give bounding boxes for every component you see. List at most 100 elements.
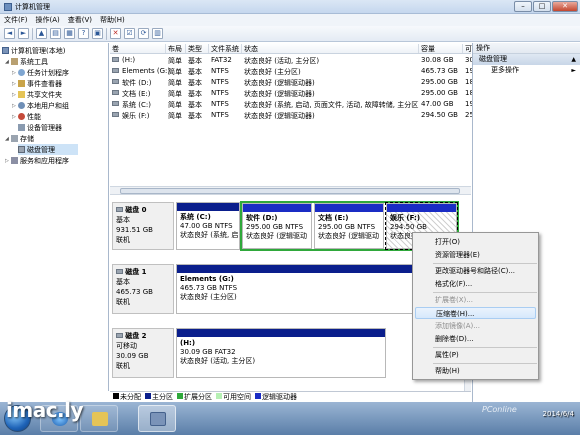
tree-item-task-scheduler[interactable]: ▷ 任务计划程序 xyxy=(12,67,69,78)
partition-size: 295.00 GB NTFS xyxy=(246,223,304,231)
minimize-button[interactable]: – xyxy=(514,1,532,12)
menu-item-shrink-volume[interactable]: 压缩卷(H)... xyxy=(415,307,536,319)
partition-h[interactable]: (H:) 30.09 GB FAT32 状态良好 (活动, 主分区) xyxy=(176,328,386,378)
disk-icon xyxy=(116,207,123,212)
refresh-icon[interactable]: ⟳ xyxy=(138,28,149,39)
maximize-button[interactable]: □ xyxy=(533,1,551,12)
volume-row[interactable]: 娱乐 (F:) 简单 基本 NTFS 状态良好 (逻辑驱动器) 294.50 GB 25 xyxy=(110,110,474,120)
menu-item-add-mirror: 添加镜像(A)... xyxy=(435,322,480,330)
volume-name: (H:) xyxy=(122,56,136,64)
connect-icon[interactable]: ▣ xyxy=(92,28,103,39)
drive-icon xyxy=(112,90,119,95)
users-icon xyxy=(18,102,25,109)
tree-item-services[interactable]: ▷ 服务和应用程序 xyxy=(5,155,69,166)
volume-layout: 简单 xyxy=(168,68,182,76)
back-icon[interactable]: ◄ xyxy=(4,28,15,39)
volume-filesystem: NTFS xyxy=(211,67,229,75)
volume-row[interactable]: Elements (G:) 简单 基本 NTFS 状态良好 (主分区) 465.73 GB… xyxy=(110,66,474,76)
column-layout[interactable]: 布局 xyxy=(166,44,186,53)
scrollbar-thumb[interactable] xyxy=(120,188,460,194)
delete-icon[interactable]: ✕ xyxy=(110,28,121,39)
partition-e[interactable]: 文档 (E:) 295.00 GB NTFS 状态良好 (逻辑驱动 xyxy=(314,203,384,249)
more-actions-label: 更多操作 xyxy=(491,66,519,74)
volume-status: 状态良好 (系统, 启动, 页面文件, 活动, 故障转储, 主分区) xyxy=(244,101,419,109)
drive-icon xyxy=(112,57,119,62)
menu-item-help[interactable]: 帮助(H) xyxy=(415,365,536,377)
partition-status: 状态良好 (系统, 启 xyxy=(180,231,239,239)
menu-item-explore[interactable]: 资源管理器(E) xyxy=(415,249,536,261)
menu-file[interactable]: 文件(F) xyxy=(4,15,28,25)
partition-info: 文档 (E:) 295.00 GB NTFS 状态良好 (逻辑驱动 xyxy=(315,212,383,243)
column-status[interactable]: 状态 xyxy=(242,44,419,53)
partition-size: 47.00 GB NTFS xyxy=(180,222,233,230)
volume-filesystem: NTFS xyxy=(211,89,229,97)
tree-item-root[interactable]: 计算机管理(本地) xyxy=(2,45,65,56)
column-type[interactable]: 类型 xyxy=(186,44,209,53)
column-capacity[interactable]: 容量 xyxy=(419,44,463,53)
menu-separator xyxy=(433,363,537,364)
partition-c[interactable]: 系统 (C:) 47.00 GB NTFS 状态良好 (系统, 启 xyxy=(176,202,240,250)
legend-label: 未分配 xyxy=(120,393,141,401)
properties-icon[interactable]: ▦ xyxy=(64,28,75,39)
clock-date[interactable]: 2014/6/4 xyxy=(543,410,574,418)
volume-status: 状态良好 (逻辑驱动器) xyxy=(244,90,315,98)
volume-row[interactable]: (H:) 简单 基本 FAT32 状态良好 (活动, 主分区) 30.08 GB 30 xyxy=(110,55,474,65)
volume-filesystem: FAT32 xyxy=(211,56,232,64)
help-icon[interactable]: ? xyxy=(78,28,89,39)
partition-d[interactable]: 软件 (D:) 295.00 GB NTFS 状态良好 (逻辑驱动 xyxy=(242,203,312,249)
volume-row[interactable]: 系统 (C:) 简单 基本 NTFS 状态良好 (系统, 启动, 页面文件, 活动, 故… xyxy=(110,99,474,109)
export-icon[interactable]: ▥ xyxy=(152,28,163,39)
tree-item-storage[interactable]: ◢ 存储 xyxy=(5,133,34,144)
forward-icon[interactable]: ► xyxy=(18,28,29,39)
actions-section-disk-management[interactable]: 磁盘管理 ▲ xyxy=(473,54,580,65)
partition-status: 状态良好 (逻辑驱动 xyxy=(246,232,307,240)
column-free[interactable]: 可 xyxy=(463,44,472,53)
tree-item-shared-folders[interactable]: ▷ 共享文件夹 xyxy=(12,89,62,100)
menu-separator xyxy=(433,263,537,264)
volume-name: Elements (G:) xyxy=(122,67,171,75)
menu-item-format[interactable]: 格式化(F)... xyxy=(415,278,536,290)
disk-state: 联机 xyxy=(116,298,130,306)
taskbar-app-computer-management[interactable] xyxy=(138,405,176,432)
close-button[interactable]: ✕ xyxy=(552,1,578,12)
up-icon[interactable]: ▲ xyxy=(36,28,47,39)
disk-2-label[interactable]: 磁盘 2 可移动 30.09 GB 联机 xyxy=(112,328,174,378)
column-filesystem[interactable]: 文件系统 xyxy=(209,44,242,53)
volume-row[interactable]: 软件 (D:) 简单 基本 NTFS 状态良好 (逻辑驱动器) 295.00 GB 18 xyxy=(110,77,474,87)
tree-item-event-viewer[interactable]: ▷ 事件查看器 xyxy=(12,78,62,89)
menu-item-extend-volume: 扩展卷(X)... xyxy=(435,296,473,304)
volume-name: 系统 (C:) xyxy=(122,101,151,109)
tree-item-disk-management[interactable]: 磁盘管理 xyxy=(18,144,78,155)
taskbar-app-explorer[interactable] xyxy=(80,405,118,432)
menu-item-delete-volume[interactable]: 删除卷(D)... xyxy=(415,333,536,345)
tree-label: 任务计划程序 xyxy=(27,68,69,77)
volume-type: 基本 xyxy=(188,68,202,76)
menu-separator xyxy=(433,292,537,293)
props-icon[interactable]: ☑ xyxy=(124,28,135,39)
collapse-icon[interactable]: ▲ xyxy=(571,54,576,65)
menu-item-open[interactable]: 打开(O) xyxy=(415,236,536,248)
legend-swatch xyxy=(216,393,222,399)
disk-1-label[interactable]: 磁盘 1 基本 465.73 GB 联机 xyxy=(112,264,174,314)
menu-help[interactable]: 帮助(H) xyxy=(100,15,125,25)
partition-size: 30.09 GB FAT32 xyxy=(180,348,236,356)
menu-action[interactable]: 操作(A) xyxy=(36,15,60,25)
volume-list-header: 卷 布局 类型 文件系统 状态 容量 可 xyxy=(110,43,472,54)
more-actions-item[interactable]: 更多操作 ► xyxy=(473,65,580,76)
volume-capacity: 30.08 GB xyxy=(421,56,454,64)
tree-item-performance[interactable]: ▷ 性能 xyxy=(12,111,41,122)
disk-0-label[interactable]: 磁盘 0 基本 931.51 GB 联机 xyxy=(112,202,174,250)
volume-layout: 简单 xyxy=(168,101,182,109)
volume-row[interactable]: 文档 (E:) 简单 基本 NTFS 状态良好 (逻辑驱动器) 295.00 GB 18 xyxy=(110,88,474,98)
brand-watermark: PConline xyxy=(482,405,517,414)
show-tree-icon[interactable]: ▤ xyxy=(50,28,61,39)
menu-view[interactable]: 查看(V) xyxy=(68,15,92,25)
tree-item-device-manager[interactable]: 设备管理器 xyxy=(18,122,62,133)
menu-item-change-drive-letter[interactable]: 更改驱动器号和路径(C)... xyxy=(415,265,536,277)
window-controls: – □ ✕ xyxy=(514,1,578,12)
tree-item-system-tools[interactable]: ◢ 系统工具 xyxy=(5,56,48,67)
tree-item-local-users[interactable]: ▷ 本地用户和组 xyxy=(12,100,69,111)
menu-item-properties[interactable]: 属性(P) xyxy=(415,349,536,361)
horizontal-scrollbar[interactable] xyxy=(110,186,471,195)
column-volume[interactable]: 卷 xyxy=(110,44,166,53)
